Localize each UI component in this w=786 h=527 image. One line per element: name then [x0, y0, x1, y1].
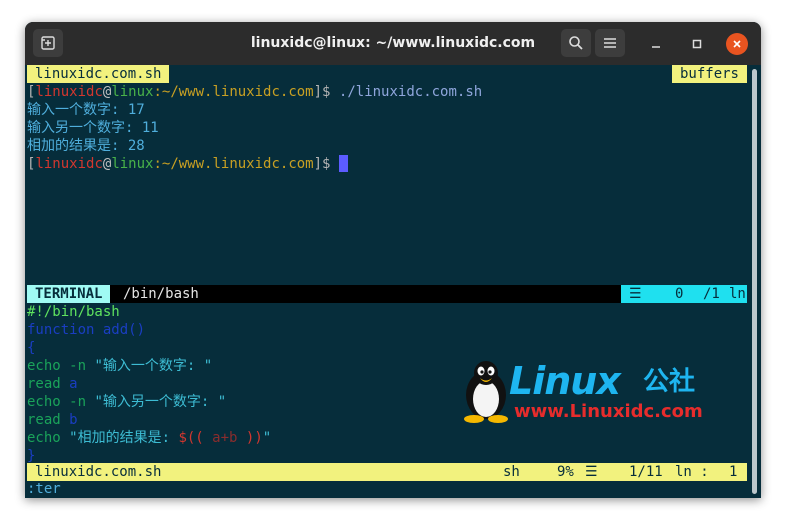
scrollbar[interactable]: [749, 65, 761, 498]
output-line-1: 输入一个数字: 17: [27, 102, 145, 118]
status-menu-icon: ☰: [629, 286, 642, 302]
tab-buffers[interactable]: buffers: [671, 65, 747, 83]
mode-indicator: TERMINAL: [27, 285, 111, 303]
source-line-6: echo -n "输入另一个数字: ": [27, 394, 227, 410]
maximize-button[interactable]: [686, 33, 708, 55]
prompt-line-2: [linuxidc@linux:~/www.linuxidc.com]$: [27, 155, 348, 173]
search-button[interactable]: [561, 29, 591, 57]
hamburger-menu-icon: [604, 38, 616, 48]
file-statusline: linuxidc.com.sh sh 9% ☰ 1/11 ln : 1: [27, 463, 747, 481]
status-position: 1/11: [629, 464, 663, 480]
minimize-button[interactable]: [645, 33, 667, 55]
watermark-brand-cn: 公社: [643, 367, 696, 397]
source-line-7: read b: [27, 412, 78, 428]
status-column: 1: [729, 464, 738, 480]
search-icon: [569, 36, 583, 50]
status-menu-icon: ☰: [585, 464, 598, 480]
minimize-icon: [652, 46, 660, 48]
vim-tabline: linuxidc.com.sh buffers: [27, 65, 747, 83]
output-line-3: 相加的结果是: 28: [27, 138, 145, 154]
source-line-4: echo -n "输入一个数字: ": [27, 358, 213, 374]
tux-penguin-icon: [464, 361, 508, 423]
status-percent: 9%: [557, 464, 574, 480]
watermark-logo: Linux 公社 www.Linuxidc.com: [459, 359, 709, 425]
source-line-5: read a: [27, 376, 78, 392]
close-button[interactable]: [726, 33, 748, 55]
scrollbar-thumb[interactable]: [752, 69, 757, 494]
status-filetype: sh: [503, 464, 520, 480]
watermark-brand: Linux: [509, 359, 621, 403]
output-line-2: 输入另一个数字: 11: [27, 120, 159, 136]
watermark-url: www.Linuxidc.com: [514, 401, 703, 422]
terminal-window: linuxidc@linux: ~/www.linuxidc.com linux…: [25, 22, 761, 498]
maximize-icon: [692, 39, 702, 49]
source-line-3: {: [27, 340, 36, 356]
status-filename: linuxidc.com.sh: [35, 464, 162, 480]
status-ln-label: ln :: [675, 464, 709, 480]
shell-path: /bin/bash: [123, 286, 199, 302]
prompt-line-1: [linuxidc@linux:~/www.linuxidc.com]$ ./l…: [27, 84, 483, 100]
title-bar: linuxidc@linux: ~/www.linuxidc.com: [25, 22, 761, 65]
terminal-content[interactable]: linuxidc.com.sh buffers [linuxidc@linux:…: [27, 65, 747, 498]
source-line-1: #!/bin/bash: [27, 304, 120, 320]
source-line-2: function add(): [27, 322, 146, 338]
terminal-statusline: TERMINAL /bin/bash ☰ 0 /1 ln: [27, 285, 747, 303]
close-icon: [733, 40, 741, 48]
text-cursor: [338, 155, 348, 172]
command-line[interactable]: :ter: [27, 480, 61, 498]
tab-file[interactable]: linuxidc.com.sh: [27, 65, 170, 83]
terminal-position: ☰ 0 /1 ln: [621, 285, 747, 303]
source-line-8: echo "相加的结果是: $(( a+b ))": [27, 430, 272, 446]
menu-button[interactable]: [595, 29, 625, 57]
